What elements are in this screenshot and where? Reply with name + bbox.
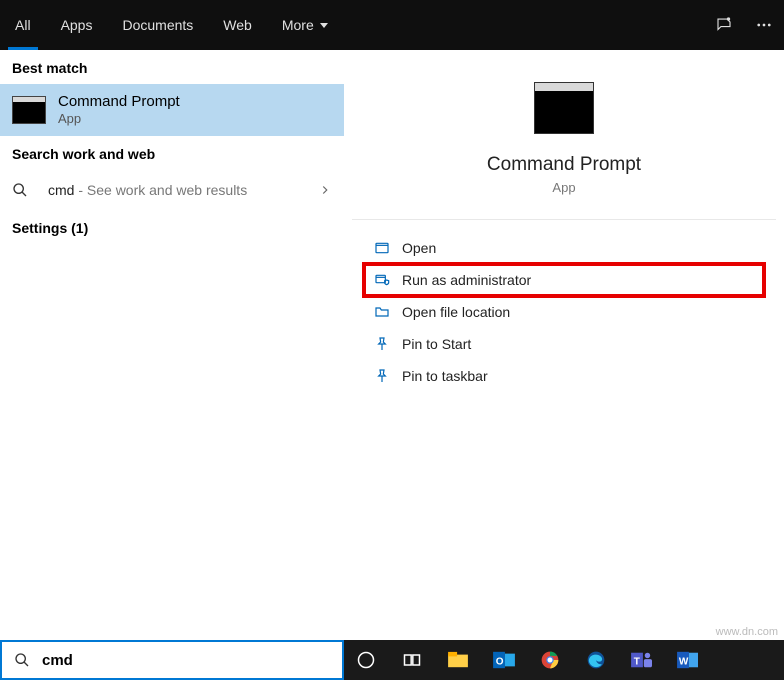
tab-web[interactable]: Web [208,0,267,50]
tab-more[interactable]: More [267,0,343,50]
tab-label: All [15,17,31,33]
watermark-text: www.dn.com [716,626,778,638]
best-match-header: Best match [0,50,344,84]
search-icon [12,182,48,198]
result-subtitle: App [58,111,180,126]
tab-all[interactable]: All [0,0,46,50]
svg-text:O: O [496,657,504,668]
action-pin-to-start[interactable]: Pin to Start [364,328,764,360]
action-label: Pin to Start [402,336,471,352]
file-explorer-icon[interactable] [446,648,470,672]
action-open[interactable]: Open [364,232,764,264]
search-work-web-header: Search work and web [0,136,344,170]
pin-icon [374,368,402,384]
tab-documents[interactable]: Documents [107,0,208,50]
preview-title: Command Prompt [487,154,641,176]
tab-label: Apps [61,17,93,33]
action-run-as-administrator[interactable]: Run as administrator [364,264,764,296]
action-label: Run as administrator [402,272,531,288]
chrome-icon[interactable] [538,648,562,672]
results-column: Best match Command Prompt App Search wor… [0,50,344,640]
preview-column: Command Prompt App Open Run as administr… [352,58,776,632]
folder-icon [374,304,402,320]
edge-icon[interactable] [584,648,608,672]
admin-shield-icon [374,272,402,288]
settings-header: Settings (1) [0,210,344,244]
word-icon[interactable]: W [676,648,700,672]
svg-text:W: W [679,657,689,668]
action-pin-to-taskbar[interactable]: Pin to taskbar [364,360,764,392]
task-view-icon[interactable] [400,648,424,672]
cortana-icon[interactable] [354,648,378,672]
search-icon [2,652,42,668]
action-open-file-location[interactable]: Open file location [364,296,764,328]
search-box[interactable] [0,640,344,680]
chevron-down-icon [320,23,328,28]
preview-header: Command Prompt App [352,58,776,220]
teams-icon[interactable]: T [630,648,654,672]
taskbar: O T W [344,640,784,680]
web-result-cmd[interactable]: cmd - See work and web results [0,170,344,210]
best-match-result[interactable]: Command Prompt App [0,84,344,136]
action-label: Open file location [402,304,510,320]
command-prompt-icon [12,96,46,124]
web-result-text: cmd - See work and web results [48,182,247,198]
search-input[interactable] [42,652,342,669]
outlook-icon[interactable]: O [492,648,516,672]
tab-label: More [282,17,314,33]
action-label: Pin to taskbar [402,368,488,384]
open-icon [374,240,402,256]
tab-apps[interactable]: Apps [46,0,108,50]
search-body: Best match Command Prompt App Search wor… [0,50,784,640]
search-tabs: All Apps Documents Web More [0,0,784,50]
command-prompt-icon [534,82,594,134]
start-search-panel: All Apps Documents Web More Best match C… [0,0,784,640]
chevron-right-icon [318,183,332,197]
tab-label: Web [223,17,252,33]
result-title: Command Prompt [58,94,180,111]
svg-text:T: T [634,657,640,668]
feedback-icon[interactable] [704,0,744,50]
pin-icon [374,336,402,352]
action-list: Open Run as administrator Open file loca… [352,220,776,404]
more-options-icon[interactable] [744,0,784,50]
preview-subtitle: App [552,180,575,195]
action-label: Open [402,240,436,256]
tab-label: Documents [122,17,193,33]
